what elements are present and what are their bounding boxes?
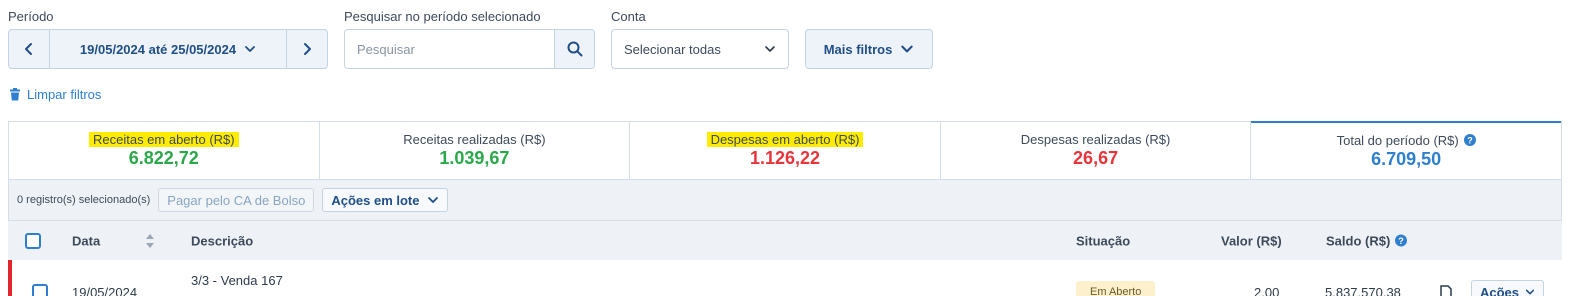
summary-card-realized-expenses[interactable]: Despesas realizadas (R$) 26,67	[941, 122, 1252, 179]
help-icon[interactable]: ?	[1463, 134, 1476, 146]
batch-actions-button[interactable]: Ações em lote	[322, 188, 449, 212]
row-actions-button[interactable]: Ações	[1471, 280, 1545, 296]
select-all-checkbox[interactable]	[25, 232, 41, 249]
summary-value: 1.039,67	[439, 148, 510, 168]
previous-period-button[interactable]	[9, 30, 49, 68]
row-value: 2,00	[1254, 285, 1280, 296]
summary-card-period-total[interactable]: Total do período (R$) ? 6.709,50	[1251, 121, 1561, 179]
summary-label: Receitas em aberto (R$)	[88, 132, 239, 147]
column-header-balance-label: Saldo (R$)	[1326, 233, 1391, 248]
clear-filters-link[interactable]: Limpar filtros	[9, 87, 101, 102]
pay-ca-bolso-button[interactable]: Pagar pelo CA de Bolso	[158, 188, 315, 212]
column-header-date[interactable]: Data	[72, 233, 100, 248]
search-icon	[567, 41, 582, 57]
help-icon[interactable]: ?	[1395, 234, 1408, 247]
summary-label: Receitas realizadas (R$)	[403, 132, 546, 147]
row-actions-label: Ações	[1480, 284, 1520, 296]
sort-icon[interactable]	[145, 233, 155, 249]
summary-value: 26,67	[1073, 148, 1119, 168]
chevron-right-icon	[304, 43, 311, 55]
summary-card-realized-income[interactable]: Receitas realizadas (R$) 1.039,67	[320, 122, 631, 179]
period-selector: 19/05/2024 até 25/05/2024	[8, 29, 328, 69]
search-button[interactable]	[554, 30, 594, 68]
chevron-down-icon	[901, 45, 914, 53]
row-date: 19/05/2024	[72, 285, 138, 296]
clear-filters-label: Limpar filtros	[27, 87, 102, 102]
summary-value: 6.709,50	[1371, 148, 1442, 169]
more-filters-button[interactable]: Mais filtros	[805, 29, 933, 69]
summary-value: 1.126,22	[749, 148, 821, 168]
chevron-down-icon	[428, 197, 439, 203]
chevron-left-icon	[25, 43, 32, 55]
trash-icon	[10, 88, 20, 101]
svg-text:?: ?	[1467, 135, 1473, 145]
column-header-value[interactable]: Valor (R$)	[1221, 233, 1282, 248]
document-icon[interactable]	[1440, 285, 1452, 296]
account-select-value: Selecionar todas	[624, 41, 721, 57]
row-checkbox[interactable]	[32, 284, 48, 296]
summary-label: Despesas realizadas (R$)	[1020, 132, 1171, 147]
chevron-down-icon	[765, 46, 775, 52]
summary-value: 6.822,72	[128, 148, 199, 168]
status-badge: Em Aberto	[1076, 281, 1156, 296]
column-header-status[interactable]: Situação	[1076, 233, 1130, 248]
batch-actions-label: Ações em lote	[331, 192, 420, 208]
column-header-description[interactable]: Descrição	[191, 233, 253, 248]
summary-card-open-income[interactable]: Receitas em aberto (R$) 6.822,72	[9, 122, 320, 179]
more-filters-label: Mais filtros	[823, 41, 893, 57]
search-label: Pesquisar no período selecionado	[344, 9, 541, 24]
svg-text:?: ?	[1399, 236, 1405, 246]
summary-card-open-expenses[interactable]: Despesas em aberto (R$) 1.126,22	[630, 122, 941, 179]
selection-action-bar: 0 registro(s) selecionado(s) Pagar pelo …	[8, 180, 1562, 220]
summary-label: Despesas em aberto (R$)	[706, 132, 864, 147]
search-input[interactable]	[345, 30, 554, 68]
search-box	[344, 29, 595, 69]
selected-count: 0 registro(s) selecionado(s)	[17, 194, 151, 206]
table-row[interactable]: 19/05/2024 3/3 - Venda 167 Em Aberto 2,0…	[8, 260, 1562, 296]
chevron-down-icon	[1525, 289, 1535, 295]
summary-label: Total do período (R$)	[1336, 132, 1459, 148]
summary-bar: Receitas em aberto (R$) 6.822,72 Receita…	[8, 121, 1562, 180]
period-dropdown[interactable]: 19/05/2024 até 25/05/2024	[49, 30, 287, 68]
row-description[interactable]: 3/3 - Venda 167	[191, 273, 283, 288]
period-value: 19/05/2024 até 25/05/2024	[79, 41, 237, 57]
row-balance: 5.837.570,38	[1325, 285, 1401, 296]
chevron-down-icon	[245, 46, 255, 52]
period-label: Período	[8, 9, 54, 24]
table-header: Data Descrição Situação Valor (R$) Saldo…	[8, 220, 1562, 260]
next-period-button[interactable]	[287, 30, 327, 68]
account-select[interactable]: Selecionar todas	[611, 29, 789, 69]
account-label: Conta	[611, 9, 646, 24]
column-header-balance[interactable]: Saldo (R$) ?	[1326, 233, 1408, 248]
